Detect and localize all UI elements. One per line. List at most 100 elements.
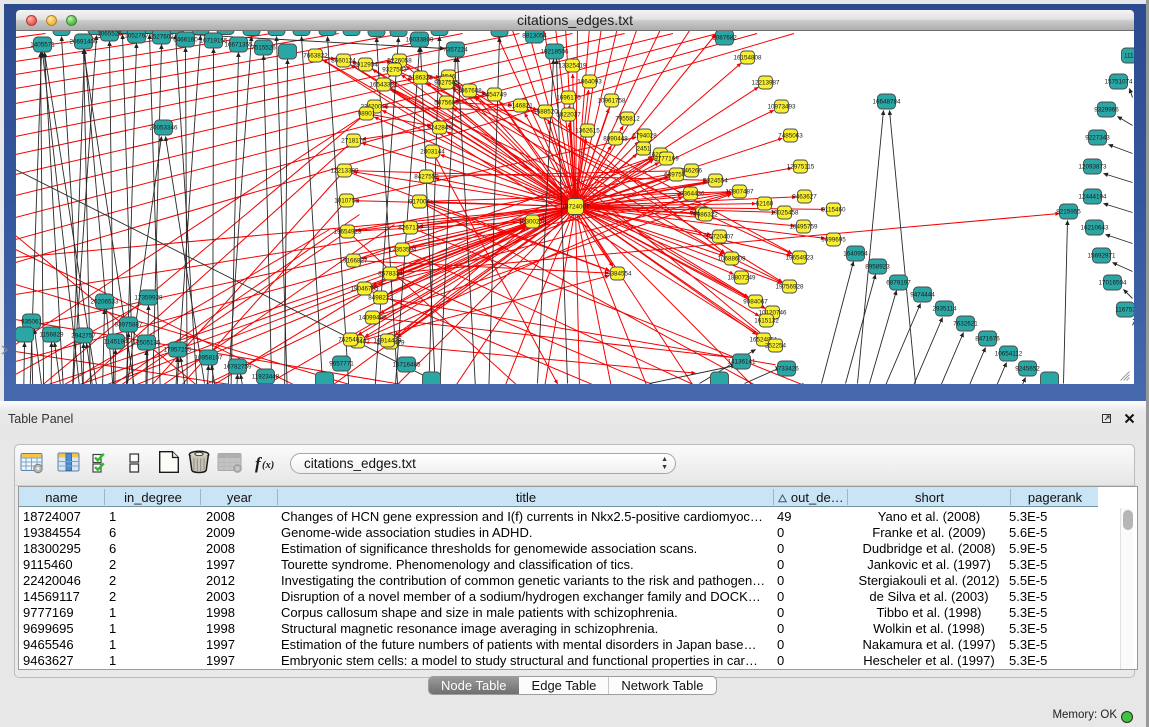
svg-text:12353594: 12353594	[388, 247, 417, 254]
svg-text:7632621: 7632621	[953, 321, 978, 328]
svg-text:7955812: 7955812	[615, 116, 640, 123]
svg-text:16782759: 16782759	[223, 364, 252, 371]
svg-text:16543382: 16543382	[369, 82, 398, 89]
svg-text:12093873: 12093873	[1078, 164, 1107, 171]
svg-text:1362615: 1362615	[575, 128, 600, 135]
svg-text:1145194: 1145194	[103, 339, 128, 346]
svg-text:1615132: 1615132	[754, 318, 779, 325]
svg-text:7663822: 7663822	[303, 53, 328, 60]
svg-text:10973493: 10973493	[767, 104, 796, 111]
svg-text:19654923: 19654923	[333, 229, 362, 236]
svg-text:1156829: 1156829	[39, 332, 64, 339]
svg-text:1112: 1112	[1124, 53, 1134, 60]
svg-text:9329966: 9329966	[1094, 107, 1119, 114]
svg-text:8186328: 8186328	[408, 75, 433, 82]
svg-text:8215955: 8215955	[1056, 209, 1081, 216]
svg-text:1864093: 1864093	[577, 79, 602, 86]
svg-text:10807487: 10807487	[725, 189, 754, 196]
svg-text:17957255: 17957255	[163, 347, 192, 354]
svg-text:9699695: 9699695	[821, 237, 846, 244]
svg-text:8427552: 8427552	[414, 174, 439, 181]
svg-text:15692971: 15692971	[1087, 253, 1116, 260]
svg-text:9084067: 9084067	[743, 299, 768, 306]
svg-text:19654923: 19654923	[785, 255, 814, 262]
svg-text:18724007: 18724007	[561, 204, 590, 211]
svg-text:20691406: 20691406	[69, 39, 98, 46]
svg-text:19218506: 19218506	[540, 49, 569, 56]
svg-text:1527602: 1527602	[149, 34, 174, 41]
svg-text:1733426: 1733426	[774, 366, 799, 373]
svg-text:7485063: 7485063	[778, 133, 803, 140]
svg-text:8813054: 8813054	[522, 33, 547, 40]
svg-text:1588520: 1588520	[533, 109, 558, 116]
svg-text:9227343: 9227343	[1085, 135, 1110, 142]
svg-text:15716485: 15716485	[392, 362, 421, 369]
svg-text:6879197: 6879197	[886, 280, 911, 287]
svg-text:16210643: 16210643	[1080, 225, 1109, 232]
svg-text:11923448: 11923448	[252, 374, 280, 381]
svg-text:10025458: 10025458	[770, 210, 799, 217]
svg-text:116753: 116753	[1115, 307, 1134, 314]
svg-text:9777169: 9777169	[654, 156, 679, 163]
svg-text:746266: 746266	[681, 168, 703, 175]
svg-text:14099489: 14099489	[358, 315, 387, 322]
svg-text:9657771: 9657771	[329, 361, 354, 368]
svg-text:8990448: 8990448	[603, 136, 628, 143]
svg-text:10961758: 10961758	[597, 98, 626, 105]
svg-text:15751074: 15751074	[1104, 79, 1133, 86]
svg-text:8498222: 8498222	[368, 295, 393, 302]
svg-text:1010755: 1010755	[334, 198, 359, 205]
svg-text:16914479: 16914479	[373, 338, 402, 345]
svg-text:8912954: 8912954	[353, 62, 378, 69]
svg-text:17359928: 17359928	[134, 295, 163, 302]
svg-text:16671355: 16671355	[224, 42, 253, 49]
svg-text:12505135: 12505135	[132, 340, 161, 347]
svg-text:12975115: 12975115	[787, 164, 815, 171]
svg-text:1640954: 1640954	[843, 251, 868, 258]
svg-text:19166827: 19166827	[339, 258, 368, 265]
svg-text:15300275: 15300275	[518, 219, 547, 226]
svg-text:2803144: 2803144	[420, 149, 445, 156]
svg-text:1052767: 1052767	[124, 33, 149, 40]
svg-text:8958923: 8958923	[865, 264, 890, 271]
svg-text:20206533: 20206533	[90, 299, 119, 306]
svg-text:9463627: 9463627	[792, 194, 817, 201]
svg-text:6466160: 6466160	[173, 37, 198, 44]
svg-text:12444194: 12444194	[1078, 194, 1107, 201]
svg-text:8471676: 8471676	[975, 336, 1000, 343]
svg-text:20364436: 20364436	[676, 191, 705, 198]
svg-text:19756928: 19756928	[775, 284, 804, 291]
svg-text:7515526: 7515526	[251, 45, 276, 52]
svg-text:17016504: 17016504	[1098, 280, 1127, 287]
svg-text:93975887: 93975887	[114, 322, 143, 329]
svg-text:2935114: 2935114	[932, 306, 957, 313]
svg-text:2942757: 2942757	[71, 333, 96, 340]
svg-text:18807249: 18807249	[727, 275, 756, 282]
svg-text:1065526: 1065526	[97, 31, 122, 38]
svg-text:6794028: 6794028	[632, 133, 657, 140]
svg-text:252254: 252254	[765, 343, 787, 350]
svg-text:10688609: 10688609	[717, 256, 746, 263]
svg-text:10654112: 10654112	[995, 351, 1023, 358]
svg-text:9474444: 9474444	[910, 292, 935, 299]
svg-text:16648784: 16648784	[872, 99, 901, 106]
svg-text:10958107: 10958107	[194, 355, 223, 362]
svg-text:3824554: 3824554	[703, 178, 728, 185]
svg-text:16154808: 16154808	[733, 55, 762, 62]
svg-text:14136141: 14136141	[727, 359, 756, 366]
svg-text:13325419: 13325419	[558, 63, 587, 70]
svg-text:8454749: 8454749	[482, 92, 507, 99]
svg-text:9146821: 9146821	[508, 103, 533, 110]
svg-text:18495759: 18495759	[789, 224, 818, 231]
svg-text:7986322: 7986322	[693, 212, 718, 219]
svg-text:9327505: 9327505	[434, 80, 459, 87]
svg-text:2718176: 2718176	[341, 138, 366, 145]
svg-text:12213389: 12213389	[330, 168, 359, 175]
svg-text:16033809: 16033809	[405, 37, 434, 44]
svg-text:19384554: 19384554	[603, 271, 632, 278]
svg-text:62160: 62160	[756, 201, 774, 208]
svg-text:9245652: 9245652	[1015, 366, 1040, 373]
svg-text:20053346: 20053346	[149, 125, 178, 132]
svg-text:9115460: 9115460	[821, 207, 846, 214]
svg-text:8267130: 8267130	[398, 225, 423, 232]
